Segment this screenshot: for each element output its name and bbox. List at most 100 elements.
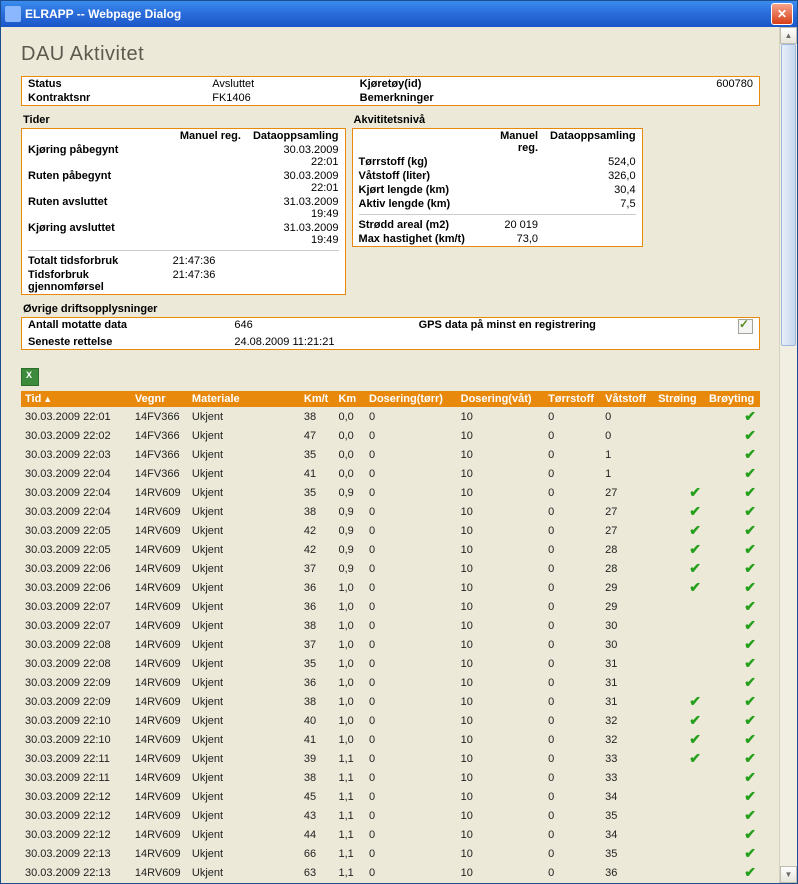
- cell-veg: 14RV609: [131, 882, 188, 883]
- scroll-up-arrow[interactable]: ▲: [780, 27, 797, 44]
- table-row[interactable]: 30.03.2009 22:0214FV366Ukjent470,001000✔: [21, 426, 760, 445]
- cell-kmt: 36: [300, 673, 335, 692]
- akv-col-manual: Manuel reg.: [474, 129, 544, 155]
- close-button[interactable]: ✕: [771, 3, 793, 25]
- col-kmt[interactable]: Km/t: [300, 391, 335, 407]
- gps-checkbox: [738, 319, 753, 334]
- table-row[interactable]: 30.03.2009 22:0314FV366Ukjent350,001001✔: [21, 445, 760, 464]
- col-materiale[interactable]: Materiale: [188, 391, 300, 407]
- cell-km: 0,0: [334, 445, 365, 464]
- cell-tid: 30.03.2009 22:09: [21, 692, 131, 711]
- contract-value: FK1406: [206, 91, 353, 105]
- cell-km: 1,0: [334, 673, 365, 692]
- cell-broy: ✔: [705, 426, 760, 445]
- cell-veg: 14RV609: [131, 502, 188, 521]
- cell-stro: ✔: [654, 521, 705, 540]
- cell-km: 1,1: [334, 768, 365, 787]
- col-dos-torr[interactable]: Dosering(tørr): [365, 391, 457, 407]
- cell-v: 29: [601, 578, 654, 597]
- table-row[interactable]: 30.03.2009 22:1214RV609Ukjent441,1010034…: [21, 825, 760, 844]
- table-row[interactable]: 30.03.2009 22:0814RV609Ukjent351,0010031…: [21, 654, 760, 673]
- table-row[interactable]: 30.03.2009 22:0714RV609Ukjent381,0010030…: [21, 616, 760, 635]
- cell-broy: ✔: [705, 711, 760, 730]
- cell-dt: 0: [365, 426, 457, 445]
- status-label: Status: [22, 77, 206, 91]
- cell-mat: Ukjent: [188, 882, 300, 883]
- table-row[interactable]: 30.03.2009 22:1014RV609Ukjent411,0010032…: [21, 730, 760, 749]
- col-stro[interactable]: Strøing: [654, 391, 705, 407]
- maxspeed-value: 73,0: [474, 232, 544, 246]
- cell-tid: 30.03.2009 22:14: [21, 882, 131, 883]
- check-icon: ✔: [744, 541, 756, 557]
- cell-veg: 14RV609: [131, 559, 188, 578]
- cell-tid: 30.03.2009 22:11: [21, 749, 131, 768]
- col-km[interactable]: Km: [334, 391, 365, 407]
- export-excel-icon[interactable]: [21, 368, 39, 386]
- cell-stro: [654, 654, 705, 673]
- client-area: DAU Aktivitet Status Avsluttet Kjøretøy(…: [1, 27, 797, 883]
- cell-veg: 14RV609: [131, 483, 188, 502]
- table-row[interactable]: 30.03.2009 22:0414FV366Ukjent410,001001✔: [21, 464, 760, 483]
- table-row[interactable]: 30.03.2009 22:0914RV609Ukjent361,0010031…: [21, 673, 760, 692]
- col-broy[interactable]: Brøyting: [705, 391, 760, 407]
- col-vat[interactable]: Våtstoff: [601, 391, 654, 407]
- table-row[interactable]: 30.03.2009 22:1014RV609Ukjent401,0010032…: [21, 711, 760, 730]
- table-row[interactable]: 30.03.2009 22:1414RV609Ukjent631,2010037…: [21, 882, 760, 883]
- cell-dv: 10: [457, 844, 545, 863]
- table-row[interactable]: 30.03.2009 22:0814RV609Ukjent371,0010030…: [21, 635, 760, 654]
- cell-v: 33: [601, 768, 654, 787]
- table-row[interactable]: 30.03.2009 22:1114RV609Ukjent381,1010033…: [21, 768, 760, 787]
- cell-km: 1,0: [334, 578, 365, 597]
- cell-kmt: 42: [300, 521, 335, 540]
- table-row[interactable]: 30.03.2009 22:0714RV609Ukjent361,0010029…: [21, 597, 760, 616]
- col-dos-vat[interactable]: Dosering(våt): [457, 391, 545, 407]
- table-row[interactable]: 30.03.2009 22:1314RV609Ukjent631,1010036…: [21, 863, 760, 882]
- cell-broy: ✔: [705, 730, 760, 749]
- cell-km: 0,9: [334, 502, 365, 521]
- cell-dt: 0: [365, 844, 457, 863]
- cell-stro: ✔: [654, 692, 705, 711]
- table-row[interactable]: 30.03.2009 22:1214RV609Ukjent451,1010034…: [21, 787, 760, 806]
- table-row[interactable]: 30.03.2009 22:0614RV609Ukjent361,0010029…: [21, 578, 760, 597]
- cell-dt: 0: [365, 502, 457, 521]
- table-row[interactable]: 30.03.2009 22:0114FV366Ukjent380,001000✔: [21, 407, 760, 426]
- table-row[interactable]: 30.03.2009 22:1114RV609Ukjent391,1010033…: [21, 749, 760, 768]
- table-row[interactable]: 30.03.2009 22:0914RV609Ukjent381,0010031…: [21, 692, 760, 711]
- cell-dt: 0: [365, 521, 457, 540]
- cell-km: 0,0: [334, 464, 365, 483]
- scroll-thumb[interactable]: [781, 44, 796, 346]
- cell-veg: 14RV609: [131, 825, 188, 844]
- cell-mat: Ukjent: [188, 635, 300, 654]
- check-icon: ✔: [744, 845, 756, 861]
- cell-stro: ✔: [654, 559, 705, 578]
- areal-value: 20 019: [474, 218, 544, 232]
- table-row[interactable]: 30.03.2009 22:0614RV609Ukjent370,9010028…: [21, 559, 760, 578]
- table-row[interactable]: 30.03.2009 22:1214RV609Ukjent431,1010035…: [21, 806, 760, 825]
- col-torr[interactable]: Tørrstoff: [544, 391, 601, 407]
- vertical-scrollbar[interactable]: ▲ ▼: [779, 27, 797, 883]
- table-row[interactable]: 30.03.2009 22:0514RV609Ukjent420,9010028…: [21, 540, 760, 559]
- check-icon: ✔: [744, 864, 756, 880]
- table-row[interactable]: 30.03.2009 22:0414RV609Ukjent350,9010027…: [21, 483, 760, 502]
- col-vegnr[interactable]: Vegnr: [131, 391, 188, 407]
- cell-tid: 30.03.2009 22:04: [21, 502, 131, 521]
- cell-dt: 0: [365, 559, 457, 578]
- table-row[interactable]: 30.03.2009 22:0414RV609Ukjent380,9010027…: [21, 502, 760, 521]
- check-icon: ✔: [744, 465, 756, 481]
- cell-tid: 30.03.2009 22:01: [21, 407, 131, 426]
- akv-row-manual: [474, 169, 544, 183]
- check-icon: ✔: [744, 579, 756, 595]
- tider-row-data: 31.03.2009 19:49: [247, 195, 345, 221]
- check-icon: ✔: [689, 541, 701, 557]
- table-row[interactable]: 30.03.2009 22:0514RV609Ukjent420,9010027…: [21, 521, 760, 540]
- scroll-down-arrow[interactable]: ▼: [780, 866, 797, 883]
- cell-broy: ✔: [705, 635, 760, 654]
- col-tid[interactable]: Tid▲: [21, 391, 131, 407]
- cell-broy: ✔: [705, 578, 760, 597]
- check-icon: ✔: [744, 788, 756, 804]
- cell-kmt: 37: [300, 635, 335, 654]
- cell-mat: Ukjent: [188, 445, 300, 464]
- cell-t: 0: [544, 578, 601, 597]
- table-row[interactable]: 30.03.2009 22:1314RV609Ukjent661,1010035…: [21, 844, 760, 863]
- check-icon: ✔: [744, 636, 756, 652]
